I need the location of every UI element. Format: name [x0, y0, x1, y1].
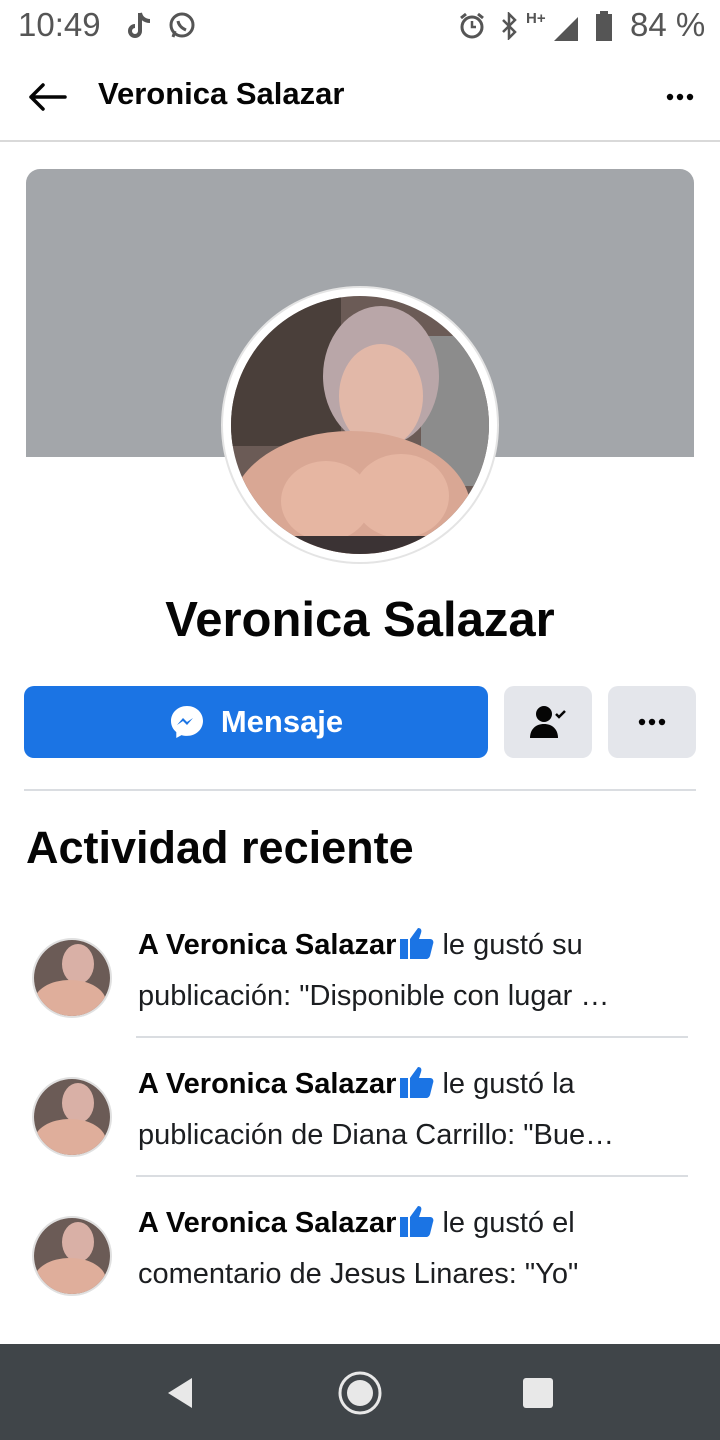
activity-text: le gustó la — [442, 1068, 575, 1100]
alarm-icon — [457, 8, 487, 44]
whatsapp-icon — [166, 8, 198, 44]
activity-description: publicación: "Disponible con lugar … — [138, 980, 610, 1012]
message-button-label: Mensaje — [220, 704, 344, 739]
section-divider — [24, 789, 696, 791]
nav-home-button[interactable] — [335, 1368, 385, 1418]
page-title: Veronica Salazar — [98, 76, 345, 111]
thumbs-up-icon — [400, 1066, 436, 1112]
arrow-left-icon — [29, 83, 67, 111]
bluetooth-icon — [498, 8, 520, 44]
activity-actor[interactable]: A Veronica Salazar — [138, 929, 396, 961]
avatar-image — [34, 1079, 110, 1155]
activity-divider — [136, 1175, 688, 1177]
friends-button[interactable] — [504, 686, 592, 758]
messenger-icon — [170, 706, 203, 738]
network-type-label: H+ — [526, 10, 546, 27]
message-button[interactable]: Mensaje — [24, 686, 488, 758]
activity-item[interactable]: A Veronica Salazar le gustó su publicació… — [0, 920, 720, 1050]
nav-recents-button[interactable] — [513, 1368, 563, 1418]
system-nav-bar — [0, 1344, 720, 1440]
activity-actor[interactable]: A Veronica Salazar — [138, 1207, 396, 1239]
avatar-image — [34, 1218, 110, 1294]
thumbs-up-icon — [400, 927, 436, 973]
status-bar: 10:49 H+ 84 % — [0, 0, 720, 52]
activity-divider — [136, 1036, 688, 1038]
activity-description: publicación de Diana Carrillo: "Bue… — [138, 1119, 615, 1151]
signal-hplus-icon: H+ — [524, 8, 580, 44]
profile-photo-image — [231, 296, 489, 554]
back-button[interactable] — [22, 74, 72, 120]
activity-description: comentario de Jesus Linares: "Yo" — [138, 1258, 579, 1290]
activity-item[interactable]: A Veronica Salazar le gustó el comentario… — [0, 1198, 720, 1328]
battery-icon — [592, 8, 616, 44]
ellipsis-icon — [666, 93, 694, 101]
profile-more-button[interactable] — [608, 686, 696, 758]
avatar-image — [34, 940, 110, 1016]
friends-check-icon — [530, 706, 566, 738]
status-time: 10:49 — [18, 6, 101, 43]
ellipsis-icon — [638, 718, 666, 726]
nav-back-icon — [168, 1378, 192, 1408]
activity-text: le gustó su — [442, 929, 583, 961]
avatar — [32, 938, 112, 1018]
recent-activity-title: Actividad reciente — [26, 822, 414, 873]
thumbs-up-icon — [400, 1205, 436, 1251]
battery-percent: 84 % — [630, 6, 706, 43]
app-header: Veronica Salazar — [0, 52, 720, 142]
activity-actor[interactable]: A Veronica Salazar — [138, 1068, 396, 1100]
header-more-button[interactable] — [655, 74, 705, 120]
avatar — [32, 1077, 112, 1157]
nav-back-button[interactable] — [155, 1368, 205, 1418]
nav-home-icon — [338, 1371, 382, 1415]
tiktok-icon — [124, 8, 154, 44]
activity-item[interactable]: A Veronica Salazar le gustó la publicació… — [0, 1059, 720, 1189]
avatar — [32, 1216, 112, 1296]
nav-recents-icon — [523, 1378, 553, 1408]
activity-text: le gustó el — [442, 1207, 575, 1239]
profile-name: Veronica Salazar — [165, 593, 555, 647]
profile-picture[interactable] — [223, 288, 497, 562]
